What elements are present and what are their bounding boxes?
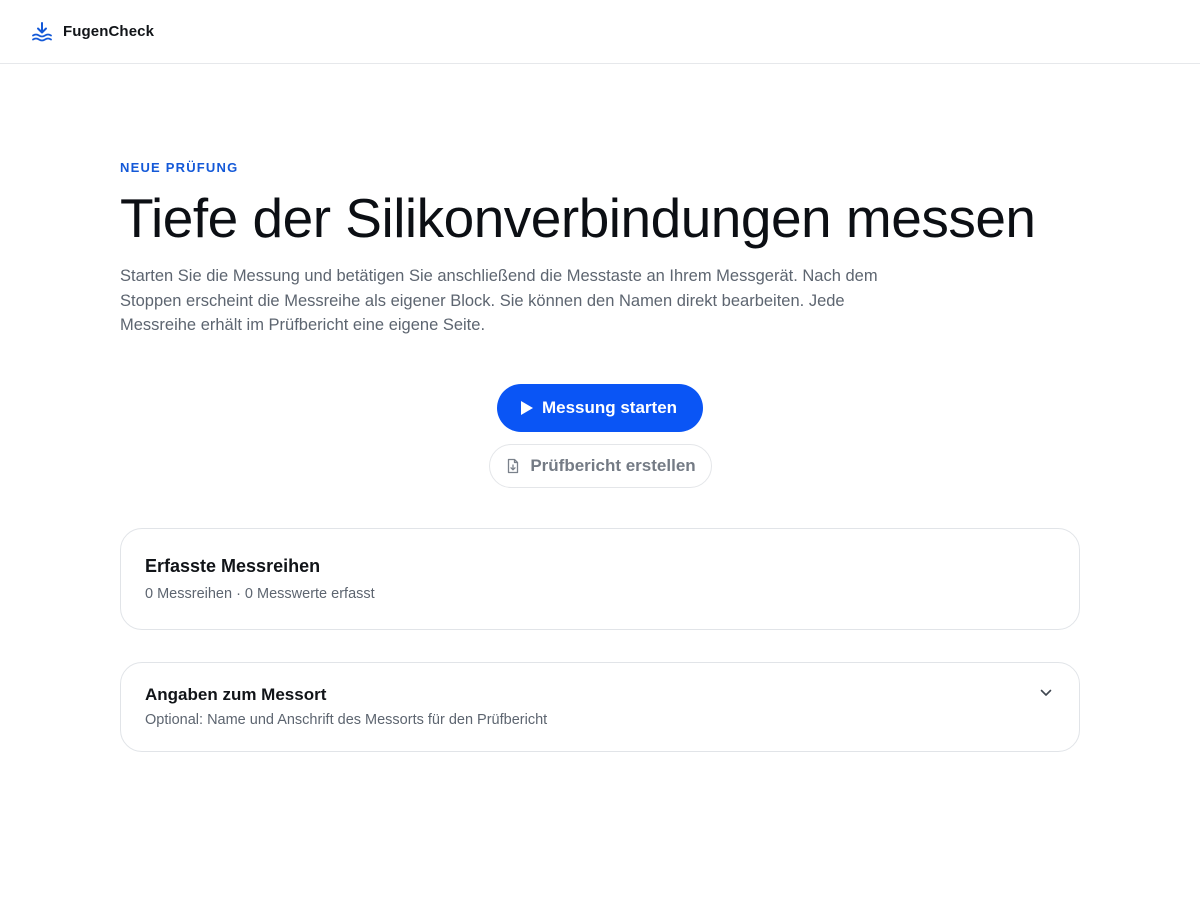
brand[interactable]: FugenCheck	[31, 21, 154, 43]
start-measurement-label: Messung starten	[541, 398, 678, 417]
location-card-subtitle: Optional: Name und Anschrift des Messort…	[145, 712, 548, 728]
series-summary: 0 Messreihen · 0 Messwerte erfasst	[145, 586, 375, 602]
create-report-label: Prüfbericht erstellen	[530, 456, 696, 475]
app-name: FugenCheck	[63, 23, 155, 40]
create-report-button[interactable]: Prüfbericht erstellen	[489, 444, 712, 488]
chevron-down-icon[interactable]	[1039, 688, 1053, 698]
series-card-title: Erfasste Messreihen	[145, 556, 321, 576]
page-eyebrow: Neue Prüfung	[120, 160, 239, 175]
file-download-icon	[508, 458, 519, 474]
ruler-down-waves-icon	[32, 21, 52, 41]
page-title: Tiefe der Silikonverbindungen messen	[120, 187, 1036, 249]
intro-text: Starten Sie die Messung und betätigen Si…	[120, 267, 878, 334]
play-icon	[520, 401, 533, 415]
measurement-series-card: Erfasste Messreihen 0 Messreihen · 0 Mes…	[120, 528, 1080, 630]
top-bar: FugenCheck	[0, 0, 1200, 64]
location-details-card[interactable]: Angaben zum Messort Optional: Name und A…	[120, 662, 1080, 752]
start-measurement-button[interactable]: Messung starten	[497, 384, 703, 432]
location-card-title: Angaben zum Messort	[145, 685, 327, 704]
